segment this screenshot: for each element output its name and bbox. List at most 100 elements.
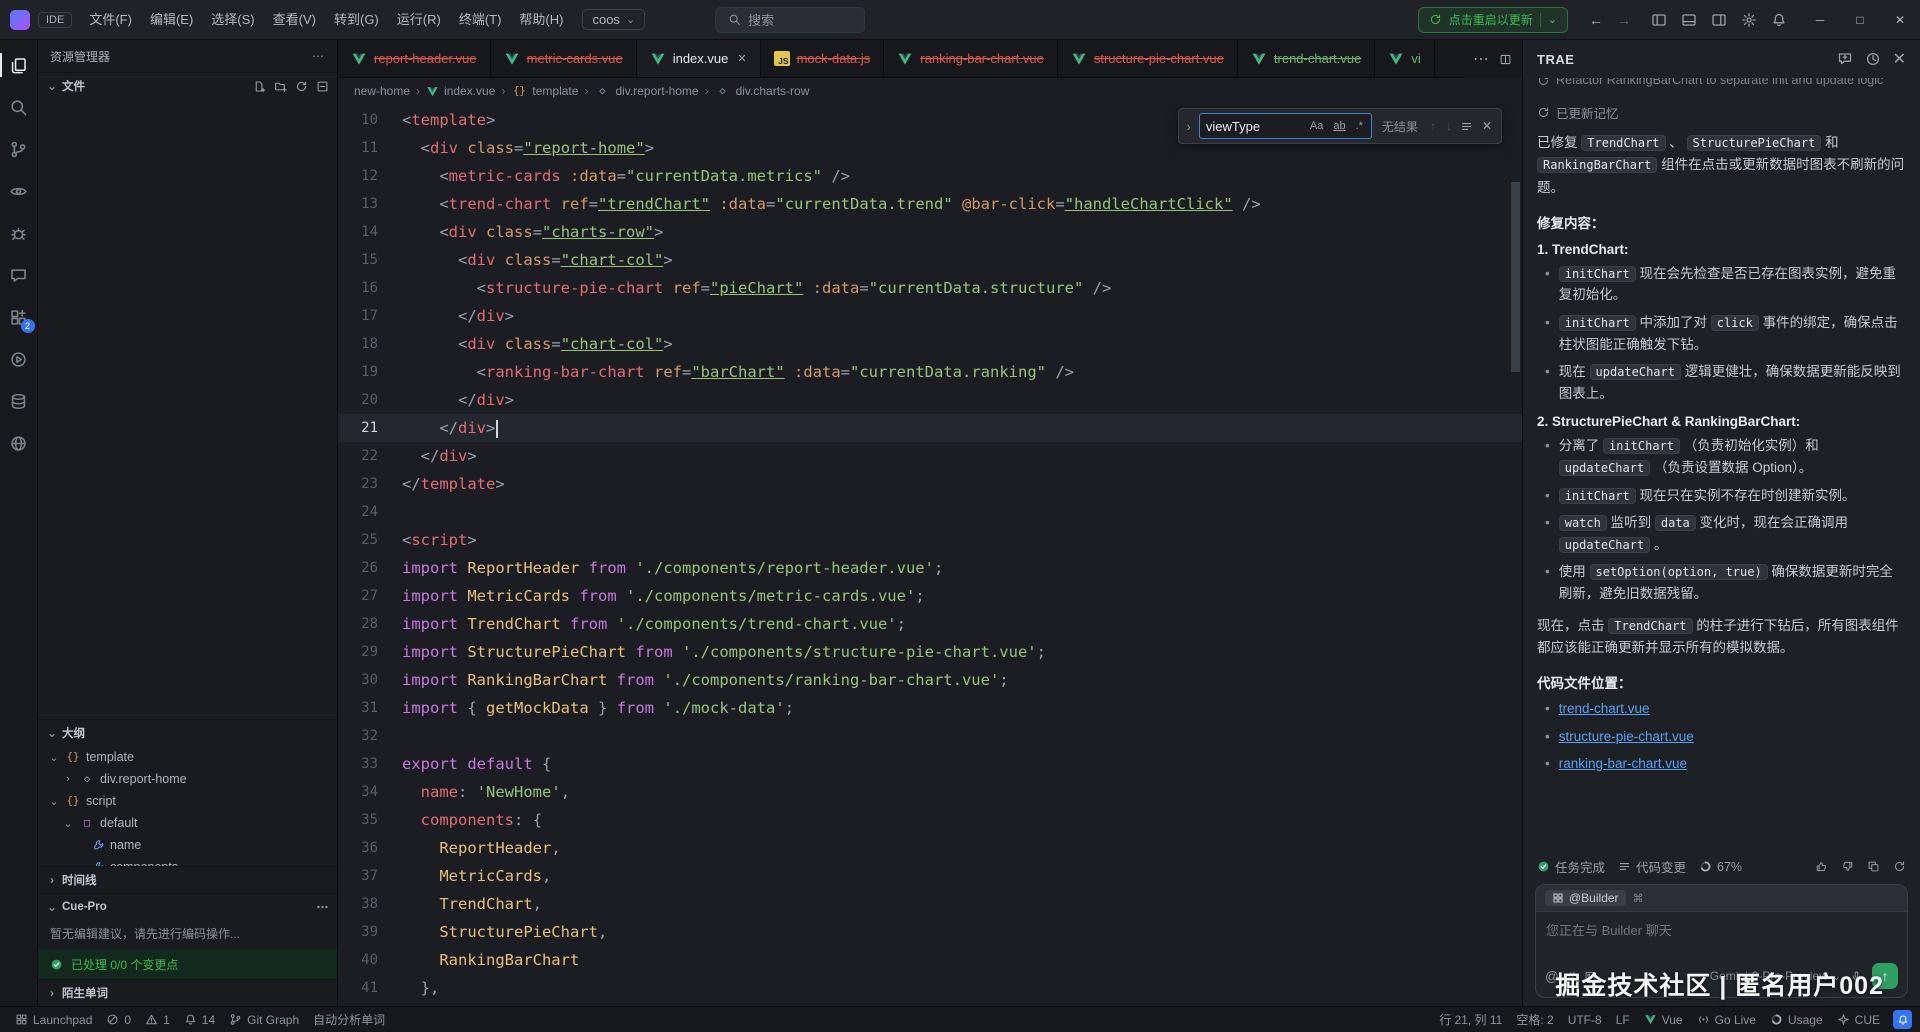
activity-search[interactable] (0, 86, 38, 128)
find-next-icon[interactable]: ↓ (1444, 119, 1454, 133)
more-actions-icon[interactable]: ⋯ (312, 49, 325, 63)
tab-7[interactable]: vi (1375, 40, 1434, 77)
menu-item-0[interactable]: 文件(F) (80, 7, 141, 33)
breadcrumb-item-4[interactable]: ◇div.charts-row (715, 84, 810, 98)
find-toggle-icon[interactable]: › (1185, 119, 1193, 134)
new-folder-icon[interactable] (274, 80, 287, 93)
previous-task-item[interactable]: Refactor RankingBarChart to separate ini… (1537, 78, 1906, 91)
global-search[interactable]: 搜索 (715, 7, 865, 33)
split-editor-icon[interactable] (1499, 53, 1512, 66)
outline-item-3[interactable]: ⌄□default (38, 812, 337, 834)
layout-right-button[interactable] (1704, 12, 1734, 28)
find-in-selection-icon[interactable] (1460, 120, 1473, 133)
activity-branch[interactable] (0, 128, 38, 170)
close-tab-icon[interactable]: ✕ (737, 52, 746, 65)
gear-button[interactable] (1734, 12, 1764, 28)
status-right-0[interactable]: 行 21, 列 11 (1432, 1007, 1509, 1032)
layout-bottom-button[interactable] (1674, 12, 1704, 28)
whole-word-icon[interactable]: ab (1331, 119, 1347, 133)
chat-input[interactable] (1536, 912, 1907, 958)
back-button[interactable]: ← (1582, 12, 1610, 28)
activity-eye[interactable] (0, 170, 38, 212)
scrollbar-thumb[interactable] (1511, 182, 1520, 372)
find-input[interactable] (1206, 119, 1302, 134)
menu-item-4[interactable]: 转到(G) (325, 7, 388, 33)
status-right-7[interactable]: CUE (1830, 1007, 1887, 1032)
more-actions-icon[interactable]: ⋯ (317, 900, 330, 914)
status-left-4[interactable]: Git Graph (222, 1007, 306, 1032)
code-changes-button[interactable]: 代码变更 (1618, 857, 1686, 876)
activity-bug[interactable] (0, 212, 38, 254)
workspace-switcher[interactable]: coos⌄ (582, 9, 645, 30)
status-left-0[interactable]: Launchpad (8, 1007, 99, 1032)
outline-item-0[interactable]: ⌄{}template (38, 746, 337, 768)
tab-5[interactable]: structure-pie-chart.vue (1058, 40, 1238, 77)
activity-playc[interactable] (0, 338, 38, 380)
history-icon[interactable] (1865, 51, 1881, 67)
menu-item-2[interactable]: 选择(S) (202, 7, 263, 33)
status-left-1[interactable]: 0 (99, 1007, 138, 1032)
files-section-header[interactable]: ⌄ 文件 (38, 72, 337, 99)
menu-item-3[interactable]: 查看(V) (264, 7, 325, 33)
layout-left-button[interactable] (1644, 12, 1674, 28)
thumbs-down-icon[interactable] (1841, 860, 1854, 873)
status-left-2[interactable]: 1 (138, 1007, 177, 1032)
activity-files[interactable] (0, 44, 38, 86)
strange-words-section-header[interactable]: › 陌生单词 (38, 979, 337, 1006)
tab-4[interactable]: ranking-bar-chart.vue (884, 40, 1058, 77)
close-panel-icon[interactable]: ✕ (1893, 49, 1906, 69)
status-right-5[interactable]: Go Live (1690, 1007, 1763, 1032)
file-link[interactable]: ranking-bar-chart.vue (1559, 756, 1687, 771)
breadcrumb-item-2[interactable]: {}template (511, 84, 578, 98)
refresh-icon[interactable] (295, 80, 308, 93)
timeline-section-header[interactable]: › 时间线 (38, 866, 337, 893)
tab-3[interactable]: JSmock-data.js (761, 40, 885, 77)
status-left-5[interactable]: 自动分析单词 (306, 1007, 392, 1032)
outline-item-4[interactable]: name (38, 834, 337, 856)
cuepro-section-header[interactable]: ⌄ Cue-Pro ⋯ (38, 893, 337, 920)
tab-6[interactable]: trend-chart.vue (1238, 40, 1375, 77)
context-chip[interactable]: @Builder (1545, 890, 1626, 906)
code-area[interactable]: 10<template>11 <div class="report-home">… (338, 106, 1522, 1002)
breadcrumb-item-3[interactable]: ◇div.report-home (594, 84, 698, 98)
restart-update-button[interactable]: 点击重启以更新⌄ (1418, 7, 1568, 33)
close-icon[interactable]: ✕ (1479, 119, 1495, 133)
status-right-6[interactable]: Usage (1763, 1007, 1830, 1032)
activity-globe[interactable] (0, 422, 38, 464)
copy-icon[interactable] (1867, 860, 1880, 873)
maximize-button[interactable]: □ (1840, 0, 1880, 40)
match-case-icon[interactable]: Aa (1308, 119, 1325, 133)
regex-icon[interactable]: .* (1354, 119, 1365, 133)
breadcrumb-item-1[interactable]: index.vue (426, 84, 495, 98)
outline-item-1[interactable]: ›◇div.report-home (38, 768, 337, 790)
activity-db[interactable] (0, 380, 38, 422)
thumbs-up-icon[interactable] (1815, 860, 1828, 873)
outline-item-2[interactable]: ⌄{}script (38, 790, 337, 812)
status-right-1[interactable]: 空格: 2 (1509, 1007, 1560, 1032)
menu-item-7[interactable]: 帮助(H) (510, 7, 572, 33)
file-link[interactable]: trend-chart.vue (1559, 701, 1650, 716)
activity-chat[interactable] (0, 254, 38, 296)
editor-scrollbar[interactable] (1511, 104, 1520, 1006)
retry-icon[interactable] (1893, 860, 1906, 873)
tab-2[interactable]: index.vue✕ (637, 40, 761, 77)
notifications-button[interactable] (1893, 1010, 1912, 1029)
activity-ext[interactable]: 2 (0, 296, 38, 338)
forward-button[interactable]: → (1610, 12, 1638, 28)
tab-0[interactable]: report-header.vue (338, 40, 491, 77)
collapse-all-icon[interactable] (316, 80, 329, 93)
new-chat-icon[interactable] (1837, 51, 1853, 67)
bell-button[interactable] (1764, 12, 1794, 28)
more-tabs-icon[interactable]: ⋯ (1473, 49, 1489, 69)
file-link[interactable]: structure-pie-chart.vue (1559, 729, 1694, 744)
new-file-icon[interactable] (253, 80, 266, 93)
minimize-button[interactable]: ─ (1800, 0, 1840, 40)
tab-1[interactable]: metric-cards.vue (491, 40, 637, 77)
menu-item-5[interactable]: 运行(R) (388, 7, 450, 33)
outline-item-5[interactable]: components (38, 856, 337, 866)
status-right-3[interactable]: LF (1609, 1007, 1637, 1032)
status-right-2[interactable]: UTF-8 (1561, 1007, 1609, 1032)
close-button[interactable]: ✕ (1880, 0, 1920, 40)
status-left-3[interactable]: 14 (177, 1007, 222, 1032)
menu-item-6[interactable]: 终端(T) (450, 7, 511, 33)
